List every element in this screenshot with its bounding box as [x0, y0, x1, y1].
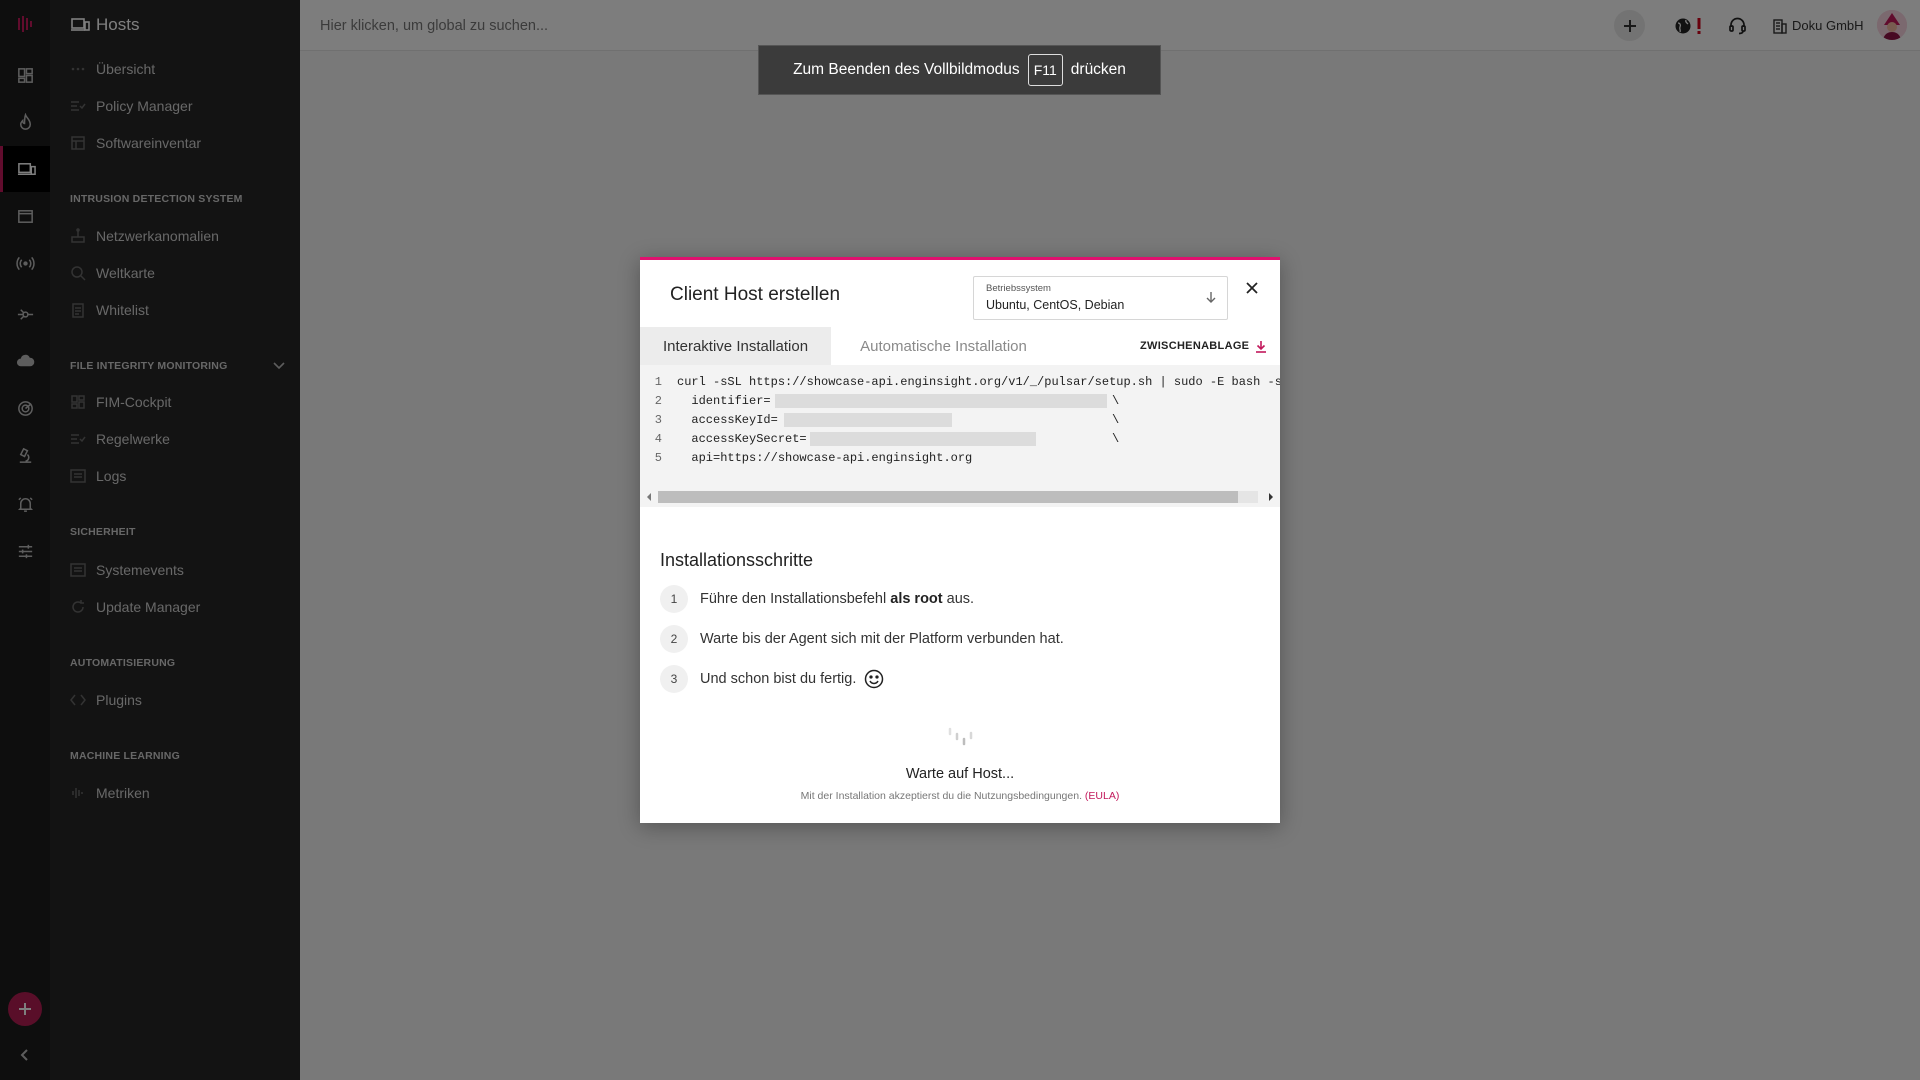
close-button[interactable]: [1240, 276, 1264, 300]
step-text: Führe den Installationsbefehl als root a…: [700, 591, 975, 607]
scrollbar-thumb[interactable]: [658, 491, 1238, 503]
copy-to-clipboard-button[interactable]: ZWISCHENABLAGE: [1140, 327, 1267, 365]
scroll-right-icon[interactable]: [1267, 492, 1275, 502]
fullscreen-hint: Zum Beenden des Vollbildmodus F11 drücke…: [758, 45, 1161, 95]
fullscreen-hint-text: Zum Beenden des Vollbildmodus: [793, 61, 1020, 78]
step-number: 3: [660, 665, 688, 693]
scroll-left-icon[interactable]: [645, 492, 653, 502]
install-step: 3 Und schon bist du fertig.: [660, 665, 884, 693]
install-step: 1 Führe den Installationsbefehl als root…: [660, 585, 974, 613]
eula-notice: Mit der Installation akzeptierst du die …: [640, 790, 1280, 802]
step-number: 1: [660, 585, 688, 613]
waiting-status: Warte auf Host...: [905, 766, 1015, 782]
tab-interactive-installation[interactable]: Interaktive Installation: [640, 327, 831, 365]
step-number: 2: [660, 625, 688, 653]
create-host-dialog: Client Host erstellen Betriebssystem Ubu…: [640, 257, 1280, 823]
smiley-icon: [865, 669, 884, 689]
redacted-value: [784, 413, 952, 427]
arrow-down-icon: [1206, 292, 1216, 303]
eula-text: Mit der Installation akzeptierst du die …: [800, 790, 1082, 802]
clipboard-label: ZWISCHENABLAGE: [1140, 340, 1250, 352]
eula-link[interactable]: (EULA): [1085, 790, 1119, 802]
fullscreen-hint-text-end: drücken: [1070, 61, 1126, 78]
tab-automatic-installation[interactable]: Automatische Installation: [831, 327, 1056, 365]
steps-title: Installationsschritte: [660, 550, 814, 570]
close-icon: [1246, 282, 1258, 294]
loading-spinner-icon: [948, 727, 973, 746]
os-select-label: Betriebssystem: [986, 283, 1051, 294]
redacted-value: [810, 432, 1036, 446]
step-text: Und schon bist du fertig.: [700, 671, 857, 687]
horizontal-scrollbar[interactable]: [640, 488, 1280, 504]
os-select-value: Ubuntu, CentOS, Debian: [986, 298, 1125, 312]
step-text: Warte bis der Agent sich mit der Platfor…: [700, 631, 1064, 647]
os-select[interactable]: Betriebssystem Ubuntu, CentOS, Debian: [973, 276, 1228, 320]
install-step: 2 Warte bis der Agent sich mit der Platf…: [660, 625, 1064, 653]
download-icon: [1256, 340, 1267, 353]
dialog-title: Client Host erstellen: [670, 284, 841, 305]
install-command-code[interactable]: 1 curl -sSL https://showcase-api.enginsi…: [640, 365, 1280, 507]
fullscreen-key: F11: [1027, 54, 1063, 86]
redacted-value: [775, 394, 1107, 408]
